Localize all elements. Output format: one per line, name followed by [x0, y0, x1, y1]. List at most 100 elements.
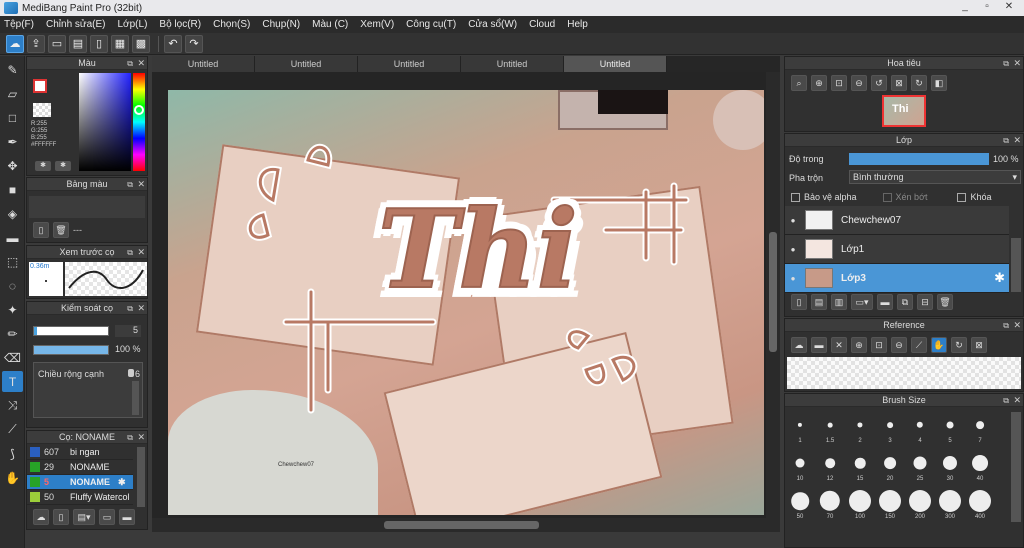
brush-size-option[interactable]: 70 [815, 488, 845, 520]
brush-size-option[interactable]: 40 [965, 450, 995, 482]
chat-icon[interactable]: ▤ [69, 34, 87, 53]
brush-tool-icon[interactable]: ✎ [2, 59, 23, 80]
close-icon[interactable]: ✕ [1013, 57, 1021, 70]
fill-rect-tool-icon[interactable]: ■ [2, 179, 23, 200]
minimize-button[interactable]: _ [954, 0, 976, 14]
select-eraser-icon[interactable]: ⌫ [2, 347, 23, 368]
close-icon[interactable]: ✕ [137, 178, 145, 191]
brush-size-option[interactable]: 50 [785, 488, 815, 520]
select-tool-icon[interactable]: ⬚ [2, 251, 23, 272]
eyedropper-icon[interactable]: ⟋ [911, 337, 927, 353]
zoom-out-icon[interactable]: ⊖ [891, 337, 907, 353]
flip-icon[interactable]: ◧ [931, 75, 947, 91]
close-icon[interactable]: ✕ [137, 302, 145, 315]
menu-cloud[interactable]: Cloud [529, 19, 555, 30]
export-icon[interactable]: ⇪ [27, 34, 45, 53]
select-pen-icon[interactable]: ✏ [2, 323, 23, 344]
close-icon[interactable]: ✕ [137, 431, 145, 444]
close-reference-icon[interactable]: ✕ [831, 337, 847, 353]
menu-color[interactable]: Màu (C) [312, 19, 348, 30]
new-layer-icon[interactable]: ▯ [791, 294, 807, 310]
clipping-checkbox[interactable]: Xén bớt [882, 192, 927, 203]
cloud-icon[interactable]: ☁ [6, 34, 24, 53]
hue-slider[interactable] [133, 73, 145, 171]
add-brush-dropdown-icon[interactable]: ▤▾ [73, 509, 95, 525]
brush-item-selected[interactable]: 5 NONAME ✱ [27, 475, 133, 490]
brush-size-option[interactable]: 400 [965, 488, 995, 520]
tab-untitled-2[interactable]: Untitled [255, 56, 358, 72]
artwork-canvas[interactable]: Thi Chewchew07 [168, 90, 764, 515]
zoom-icon[interactable]: ⌕ [791, 75, 807, 91]
magic-wand-icon[interactable]: ✦ [2, 299, 23, 320]
brush-size-option[interactable]: 3 [875, 412, 905, 444]
eraser-tool-icon[interactable]: ▱ [2, 83, 23, 104]
visibility-icon[interactable]: ● [785, 245, 801, 254]
brush-item[interactable]: 29 NONAME [27, 460, 133, 475]
copy-brush-icon[interactable]: ▭ [99, 509, 115, 525]
rotate-icon[interactable]: ↻ [951, 337, 967, 353]
layer-list-scrollbar[interactable] [1011, 238, 1021, 292]
fit-icon[interactable]: ⊡ [871, 337, 887, 353]
redo-icon[interactable]: ↷ [185, 34, 203, 53]
opacity-slider[interactable] [33, 345, 109, 355]
size-value[interactable]: 5 [115, 325, 141, 337]
close-icon[interactable]: ✕ [1013, 394, 1021, 407]
hand-tool-icon[interactable]: ✋ [2, 467, 23, 488]
menu-snap[interactable]: Chụp(N) [262, 19, 300, 30]
new-text-layer-icon[interactable]: ▥ [831, 294, 847, 310]
blend-mode-select[interactable]: Bình thường ▾ [849, 170, 1021, 184]
layer-opacity-slider[interactable] [849, 153, 989, 165]
visibility-icon[interactable]: ● [785, 274, 801, 283]
visibility-icon[interactable]: ● [785, 216, 801, 225]
new-halftone-layer-icon[interactable]: ▤ [811, 294, 827, 310]
brush-size-scrollbar[interactable] [1011, 412, 1021, 522]
lock-checkbox[interactable]: Khóa [957, 192, 992, 203]
undock-icon[interactable]: ⧉ [1003, 394, 1009, 407]
move-tool-icon[interactable]: ✥ [2, 155, 23, 176]
comment-icon[interactable]: ▭ [48, 34, 66, 53]
navigator-thumbnail[interactable]: Thi [882, 95, 926, 127]
horizontal-scroll-thumb[interactable] [384, 521, 539, 529]
new-brush-icon[interactable]: ▯ [53, 509, 69, 525]
zoom-in-icon[interactable]: ⊕ [811, 75, 827, 91]
menu-view[interactable]: Xem(V) [360, 19, 394, 30]
reset-colors-icon[interactable]: ✱ [55, 161, 71, 171]
canvas-vertical-scrollbar[interactable] [766, 72, 780, 532]
layer-row[interactable]: ● Lớp1 [785, 235, 1009, 264]
undock-icon[interactable]: ⧉ [1003, 319, 1009, 332]
folder-icon[interactable]: ▬ [119, 509, 135, 525]
size-slider[interactable] [33, 326, 109, 336]
brush-size-option[interactable]: 4 [905, 412, 935, 444]
bucket-tool-icon[interactable]: ◈ [2, 203, 23, 224]
zoom-out-icon[interactable]: ⊖ [851, 75, 867, 91]
add-color-icon[interactable]: ▯ [33, 222, 49, 238]
canvas-horizontal-scrollbar[interactable] [152, 518, 766, 532]
close-button[interactable]: ✕ [998, 0, 1020, 14]
brush-size-option[interactable]: 12 [815, 450, 845, 482]
brush-size-option[interactable]: 25 [905, 450, 935, 482]
menu-file[interactable]: Tệp(F) [4, 19, 34, 30]
brush-size-option[interactable]: 5 [935, 412, 965, 444]
zoom-in-icon[interactable]: ⊕ [851, 337, 867, 353]
layer-row-selected[interactable]: ● Lớp3 ✱ [785, 264, 1009, 293]
rotate-right-icon[interactable]: ↻ [911, 75, 927, 91]
maximize-button[interactable]: ▫ [976, 0, 998, 14]
cloud-icon[interactable]: ☁ [791, 337, 807, 353]
close-icon[interactable]: ✕ [137, 57, 145, 70]
brush-size-option[interactable]: 200 [905, 488, 935, 520]
edge-width-scrollbar[interactable] [132, 381, 139, 415]
hand-icon[interactable]: ✋ [931, 337, 947, 353]
brush-size-option[interactable]: 100 [845, 488, 875, 520]
hue-handle[interactable] [134, 105, 144, 115]
undock-icon[interactable]: ⧉ [127, 431, 133, 444]
layer-row[interactable]: ● Chewchew07 [785, 206, 1009, 235]
tab-untitled-1[interactable]: Untitled [152, 56, 255, 72]
brush-size-option[interactable]: 150 [875, 488, 905, 520]
undock-icon[interactable]: ⧉ [1003, 134, 1009, 147]
duplicate-layer-icon[interactable]: ⧉ [897, 294, 913, 310]
menu-edit[interactable]: Chỉnh sửa(E) [46, 19, 106, 30]
brush-size-option[interactable]: 1 [785, 412, 815, 444]
undock-icon[interactable]: ⧉ [127, 302, 133, 315]
menu-window[interactable]: Cửa sổ(W) [468, 19, 517, 30]
layout-icon[interactable]: ▩ [132, 34, 150, 53]
